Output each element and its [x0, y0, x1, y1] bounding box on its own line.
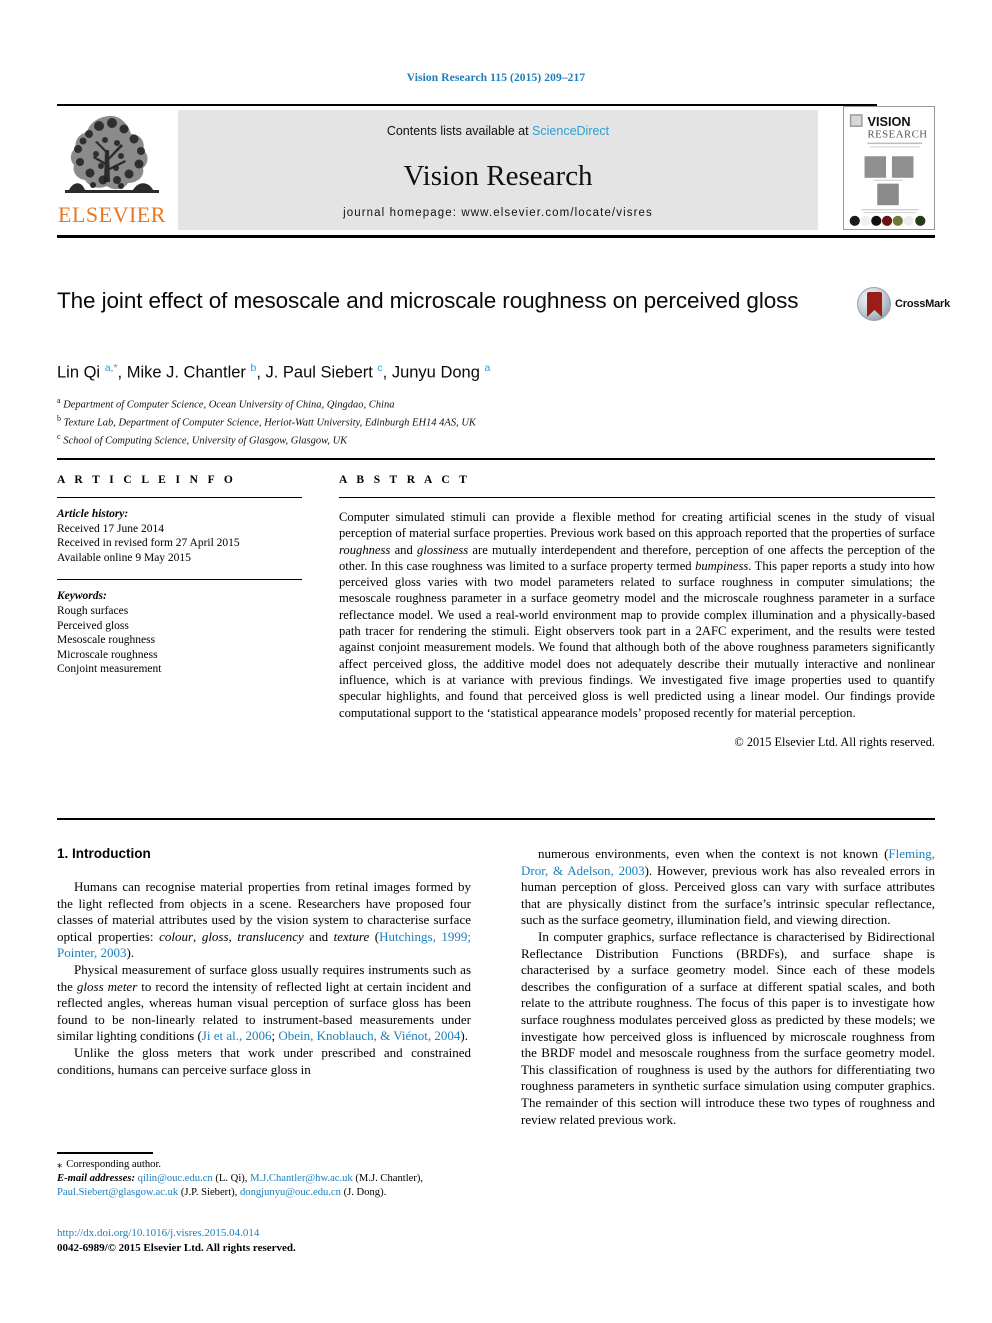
issn-copyright-line: 0042-6989/© 2015 Elsevier Ltd. All right… — [57, 1241, 296, 1254]
abstract-heading: A B S T R A C T — [339, 474, 471, 486]
article-history-item: Received in revised form 27 April 2015 — [57, 537, 240, 550]
crossmark-icon — [857, 287, 891, 321]
article-history-item: Received 17 June 2014 — [57, 522, 164, 535]
email-addresses-line: E-mail addresses: qilin@ouc.edu.cn (L. Q… — [57, 1172, 477, 1200]
paper-page: Vision Research 115 (2015) 209–217 ELSEV… — [0, 0, 992, 1323]
article-history-items: Received 17 June 2014 Received in revised… — [57, 522, 302, 566]
body-paragraph: Humans can recognise material properties… — [57, 879, 471, 961]
body-column-left: 1. Introduction Humans can recognise mat… — [57, 846, 471, 1078]
abstract-body: Computer simulated stimuli can provide a… — [339, 510, 935, 720]
article-info-heading: A R T I C L E I N F O — [57, 474, 237, 486]
crossmark-shield-shape — [867, 292, 882, 317]
affiliation-item: c School of Computing Science, Universit… — [57, 432, 348, 447]
abstract-band-bottom-rule — [57, 818, 935, 820]
page-title: The joint effect of mesoscale and micros… — [57, 288, 799, 313]
journal-cover-image: VISION RESEARCH — [844, 107, 934, 229]
keyword-item: Microscale roughness — [57, 648, 158, 661]
elsevier-logo: ELSEVIER — [57, 110, 167, 230]
asterisk-icon: ⁎ — [57, 1159, 63, 1170]
body-column-right: numerous environments, even when the con… — [521, 846, 935, 1128]
svg-text:RESEARCH: RESEARCH — [867, 129, 927, 141]
keyword-item: Mesoscale roughness — [57, 634, 156, 647]
body-paragraph: Unlike the gloss meters that work under … — [57, 1044, 471, 1077]
article-history-group: Article history: Received 17 June 2014 Re… — [57, 507, 302, 565]
corresponding-author-text: Corresponding author. — [66, 1159, 162, 1170]
contents-list-line: Contents lists available at ScienceDirec… — [178, 124, 818, 138]
abstract-copyright: © 2015 Elsevier Ltd. All rights reserved… — [734, 734, 935, 749]
keyword-item: Conjoint measurement — [57, 663, 162, 676]
body-paragraph: In computer graphics, surface reflectanc… — [521, 928, 935, 1127]
running-head: Vision Research 115 (2015) 209–217 — [406, 72, 586, 84]
elsevier-wordmark: ELSEVIER — [58, 202, 166, 227]
footnote-block: ⁎ Corresponding author. E-mail addresses:… — [57, 1158, 477, 1199]
article-info-separator — [57, 579, 302, 581]
affiliation-mark: b — [57, 414, 61, 424]
journal-name: Vision Research — [403, 160, 593, 192]
affiliation-mark: a — [57, 396, 61, 405]
section-heading-introduction: 1. Introduction — [57, 846, 151, 861]
article-history-label: Article history: — [57, 508, 129, 520]
body-paragraph: numerous environments, even when the con… — [521, 846, 935, 928]
crossmark-label: CrossMark — [895, 298, 951, 310]
imprint-block: http://dx.doi.org/10.1016/j.visres.2015.… — [57, 1226, 477, 1255]
svg-text:VISION: VISION — [867, 114, 910, 129]
body-paragraph: Physical measurement of surface gloss us… — [57, 961, 471, 1044]
doi-link[interactable]: http://dx.doi.org/10.1016/j.visres.2015.… — [57, 1226, 477, 1241]
author-list: Lin Qi a,*, Mike J. Chantler b, J. Paul … — [57, 362, 491, 382]
crossmark-badge[interactable]: CrossMark — [857, 287, 950, 323]
abstract-column: A B S T R A C T Computer simulated stimu… — [339, 474, 935, 750]
masthead-bottom-rule — [57, 235, 935, 238]
right-column-paragraphs: numerous environments, even when the con… — [521, 846, 935, 1128]
masthead-top-rule — [57, 104, 877, 106]
contents-prefix: Contents lists available at — [386, 124, 533, 138]
article-history-item: Available online 9 May 2015 — [57, 551, 191, 564]
affiliation-mark: c — [57, 432, 61, 442]
corresponding-author-line: ⁎ Corresponding author. — [57, 1158, 477, 1172]
keywords-items: Rough surfaces Perceived gloss Mesoscale r… — [57, 604, 302, 677]
journal-homepage-link[interactable]: journal homepage: www.elsevier.com/locat… — [178, 207, 818, 219]
keywords-group: Keywords: Rough surfaces Perceived gloss M… — [57, 589, 302, 677]
keywords-label: Keywords: — [57, 590, 107, 603]
email-label: E-mail addresses: — [57, 1172, 135, 1184]
article-info-rule — [57, 497, 302, 498]
abstract-band-top-rule — [57, 458, 935, 460]
affiliation-item: b Texture Lab, Department of Computer Sc… — [57, 414, 476, 429]
sciencedirect-link[interactable]: ScienceDirect — [532, 124, 609, 138]
left-column-paragraphs: Humans can recognise material properties… — [57, 879, 471, 1078]
affiliation-list: a Department of Computer Science, Ocean … — [57, 394, 757, 448]
affiliation-item: a Department of Computer Science, Ocean … — [57, 396, 395, 411]
journal-cover-thumbnail: VISION RESEARCH — [843, 106, 935, 230]
masthead-band: Contents lists available at ScienceDirec… — [178, 110, 818, 230]
keyword-item: Rough surfaces — [57, 604, 129, 617]
abstract-rule — [339, 497, 935, 498]
elsevier-tree-icon — [65, 115, 159, 193]
article-info-column: A R T I C L E I N F O Article history: R… — [57, 474, 302, 677]
footnote-rule — [57, 1152, 153, 1154]
keyword-item: Perceived gloss — [57, 619, 129, 632]
